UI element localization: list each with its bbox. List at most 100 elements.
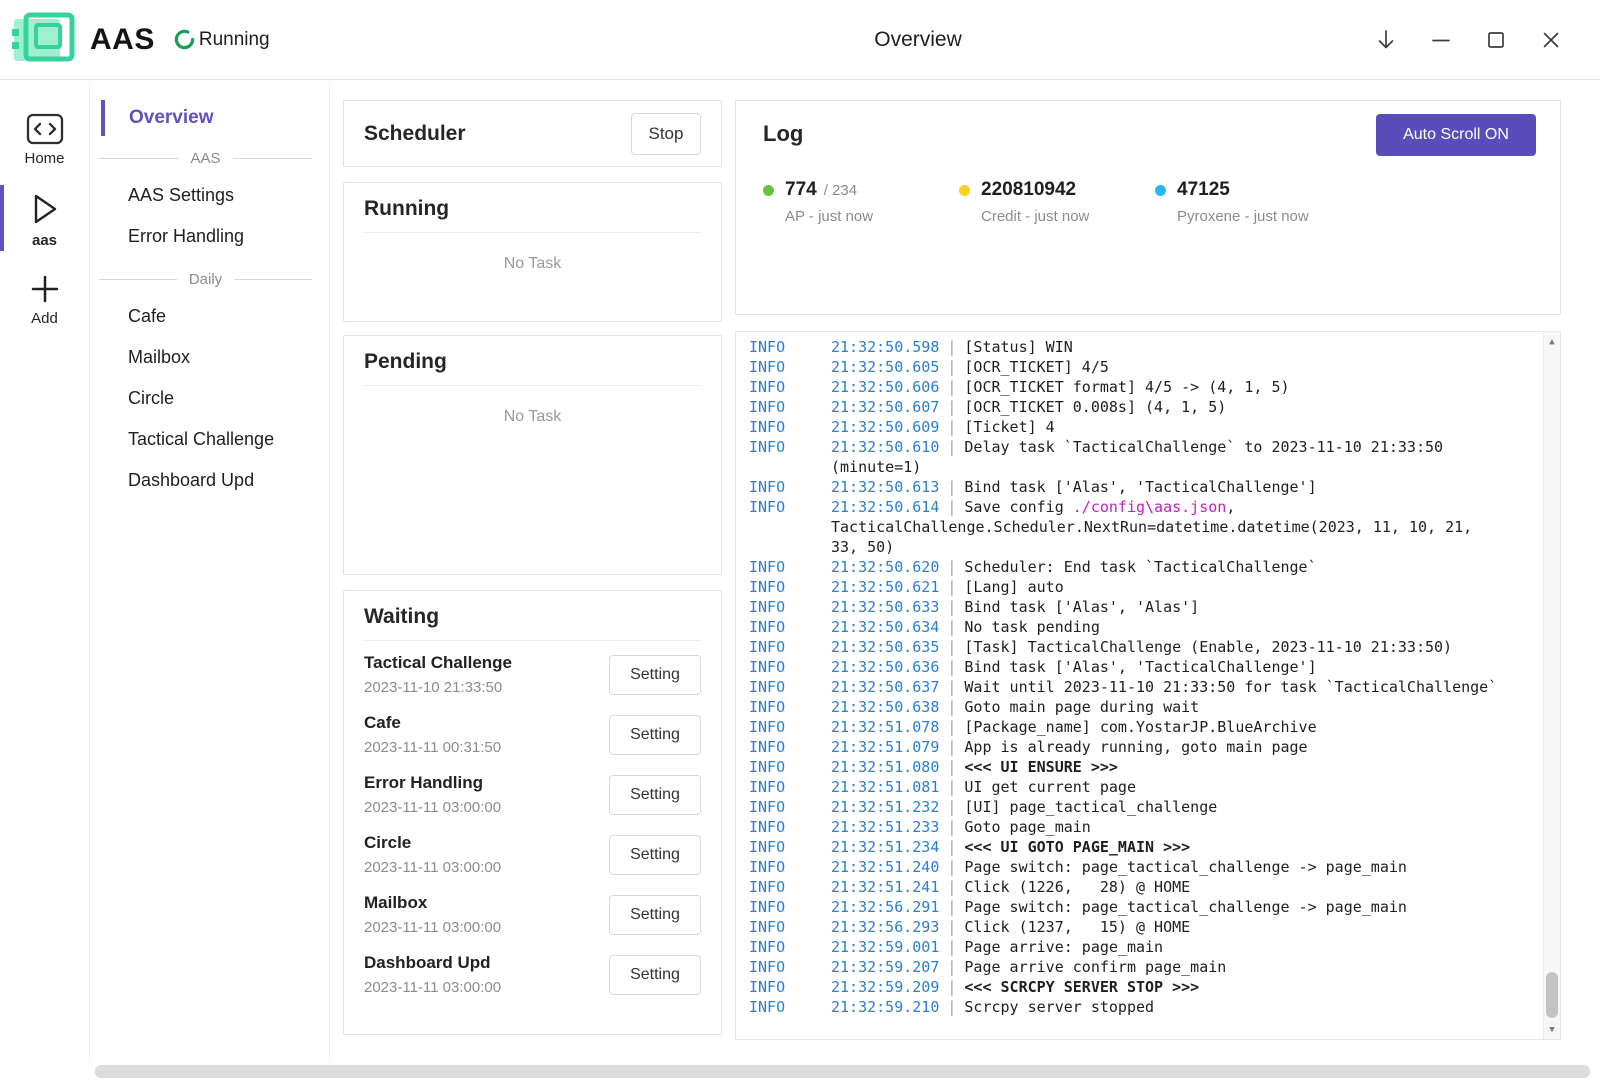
rail-item-home[interactable]: Home xyxy=(0,101,89,175)
log-message: Click (1226, 28) @ HOME xyxy=(964,878,1190,896)
horizontal-scrollbar[interactable] xyxy=(91,1063,1600,1080)
log-message-part: <<< UI GOTO PAGE_MAIN >>> xyxy=(964,838,1190,856)
menu-sidebar: Overview AAS AAS Settings Error Handling… xyxy=(91,81,330,1063)
log-line-content: 21:32:51.241|Click (1226, 28) @ HOME xyxy=(831,877,1530,897)
app-name: AAS xyxy=(90,23,155,57)
log-message-part: Click (1237, 15) @ HOME xyxy=(964,918,1190,936)
log-line-content: 21:32:59.210|Scrcpy server stopped xyxy=(831,997,1530,1017)
log-timestamp: 21:32:50.633 xyxy=(831,598,939,616)
play-icon xyxy=(29,191,61,227)
log-message-part: No task pending xyxy=(964,618,1099,636)
dashboard-stat: 774 / 234 AP - just now xyxy=(763,179,959,225)
status-text: Running xyxy=(199,29,270,51)
log-line: INFO 21:32:59.001|Page arrive: page_main xyxy=(749,937,1530,957)
scroll-down-arrow-icon[interactable]: ▼ xyxy=(1544,1021,1560,1038)
auto-scroll-button[interactable]: Auto Scroll ON xyxy=(1376,114,1536,156)
close-icon[interactable] xyxy=(1538,27,1564,53)
menu-item[interactable]: Error Handling xyxy=(91,216,329,257)
stat-dot-icon xyxy=(763,185,774,196)
log-level: INFO xyxy=(749,917,831,937)
stat-label: AP - just now xyxy=(785,208,959,225)
log-line-content: 21:32:56.291|Page switch: page_tactical_… xyxy=(831,897,1530,917)
log-level: INFO xyxy=(749,377,831,397)
log-message-part: <<< UI ENSURE >>> xyxy=(964,758,1118,776)
log-line: INFO 21:32:50.620|Scheduler: End task `T… xyxy=(749,557,1530,577)
menu-item-overview[interactable]: Overview xyxy=(101,100,329,136)
log-separator: | xyxy=(947,338,956,356)
update-download-icon[interactable] xyxy=(1373,27,1399,53)
log-message-part: Scrcpy server stopped xyxy=(964,998,1154,1016)
log-separator: | xyxy=(947,798,956,816)
log-level: INFO xyxy=(749,837,831,857)
log-level: INFO xyxy=(749,397,831,417)
log-separator: | xyxy=(947,738,956,756)
log-separator: | xyxy=(947,478,956,496)
log-line-content: 21:32:50.620|Scheduler: End task `Tactic… xyxy=(831,557,1530,577)
rail-item-aas[interactable]: aas xyxy=(0,179,89,257)
log-message: Bind task ['Alas', 'TacticalChallenge'] xyxy=(964,478,1316,496)
log-line: INFO 21:32:50.613|Bind task ['Alas', 'Ta… xyxy=(749,477,1530,497)
task-setting-button[interactable]: Setting xyxy=(609,835,701,875)
waiting-task-row: Mailbox 2023-11-11 03:00:00 Setting xyxy=(364,893,701,936)
task-next-run-time: 2023-11-11 00:31:50 xyxy=(364,739,609,756)
log-line: INFO 21:32:50.633|Bind task ['Alas', 'Al… xyxy=(749,597,1530,617)
log-message: Bind task ['Alas', 'Alas'] xyxy=(964,598,1199,616)
minimize-icon[interactable] xyxy=(1428,27,1454,53)
menu-item[interactable]: Tactical Challenge xyxy=(91,419,329,460)
log-message: [Package_name] com.YostarJP.BlueArchive xyxy=(964,718,1316,736)
log-line: INFO 21:32:56.291|Page switch: page_tact… xyxy=(749,897,1530,917)
vertical-scrollbar-thumb[interactable] xyxy=(1546,972,1558,1018)
log-message: [OCR_TICKET] 4/5 xyxy=(964,358,1109,376)
menu-item[interactable]: Dashboard Upd xyxy=(91,460,329,501)
task-next-run-time: 2023-11-11 03:00:00 xyxy=(364,919,609,936)
task-setting-button[interactable]: Setting xyxy=(609,775,701,815)
log-line-content: 21:32:50.607|[OCR_TICKET 0.008s] (4, 1, … xyxy=(831,397,1530,417)
divider-line xyxy=(233,158,313,159)
log-line-content: 21:32:51.233|Goto page_main xyxy=(831,817,1530,837)
log-timestamp: 21:32:59.207 xyxy=(831,958,939,976)
menu-group-divider-daily: Daily xyxy=(99,271,312,288)
pending-empty-text: No Task xyxy=(344,386,721,426)
task-setting-button[interactable]: Setting xyxy=(609,655,701,695)
horizontal-scrollbar-thumb[interactable] xyxy=(95,1065,1590,1078)
log-timestamp: 21:32:50.621 xyxy=(831,578,939,596)
menu-group-label-aas: AAS xyxy=(191,150,221,167)
log-line: INFO 21:32:50.598|[Status] WIN xyxy=(749,337,1530,357)
log-timestamp: 21:32:51.240 xyxy=(831,858,939,876)
rail-item-add[interactable]: Add xyxy=(0,261,89,335)
stop-button[interactable]: Stop xyxy=(631,113,701,155)
scroll-up-arrow-icon[interactable]: ▲ xyxy=(1544,333,1560,350)
waiting-task-info: Circle 2023-11-11 03:00:00 xyxy=(364,833,609,876)
log-vertical-scrollbar[interactable]: ▲ ▼ xyxy=(1543,332,1560,1039)
log-line: INFO 21:32:50.634|No task pending xyxy=(749,617,1530,637)
waiting-task-list: Tactical Challenge 2023-11-10 21:33:50 S… xyxy=(344,641,721,996)
log-level: INFO xyxy=(749,737,831,757)
log-timestamp: 21:32:51.080 xyxy=(831,758,939,776)
menu-item[interactable]: Circle xyxy=(91,378,329,419)
log-line: INFO 21:32:50.621|[Lang] auto xyxy=(749,577,1530,597)
log-level: INFO xyxy=(749,477,831,497)
log-message-part: Page arrive confirm page_main xyxy=(964,958,1226,976)
log-timestamp: 21:32:50.635 xyxy=(831,638,939,656)
log-line: INFO 21:32:51.079|App is already running… xyxy=(749,737,1530,757)
stat-value-row: 774 / 234 xyxy=(763,179,959,201)
log-console[interactable]: ▲ ▼ INFO 21:32:50.598|[Status] WIN INFO … xyxy=(735,331,1561,1040)
task-setting-button[interactable]: Setting xyxy=(609,715,701,755)
dashboard-stat: 220810942 Credit - just now xyxy=(959,179,1155,225)
log-separator: | xyxy=(947,598,956,616)
menu-item[interactable]: Mailbox xyxy=(91,337,329,378)
log-line: INFO 21:32:59.210|Scrcpy server stopped xyxy=(749,997,1530,1017)
log-message: [OCR_TICKET 0.008s] (4, 1, 5) xyxy=(964,398,1226,416)
code-window-icon xyxy=(26,113,64,145)
log-message: [OCR_TICKET format] 4/5 -> (4, 1, 5) xyxy=(964,378,1289,396)
task-setting-button[interactable]: Setting xyxy=(609,895,701,935)
log-line-content: 21:32:50.613|Bind task ['Alas', 'Tactica… xyxy=(831,477,1530,497)
menu-group-label-daily: Daily xyxy=(189,271,222,288)
maximize-icon[interactable] xyxy=(1483,27,1509,53)
menu-item[interactable]: Cafe xyxy=(91,296,329,337)
stat-label: Credit - just now xyxy=(981,208,1155,225)
log-line-content: 21:32:51.079|App is already running, got… xyxy=(831,737,1530,757)
menu-item[interactable]: AAS Settings xyxy=(91,175,329,216)
task-name: Cafe xyxy=(364,713,609,733)
task-setting-button[interactable]: Setting xyxy=(609,955,701,995)
